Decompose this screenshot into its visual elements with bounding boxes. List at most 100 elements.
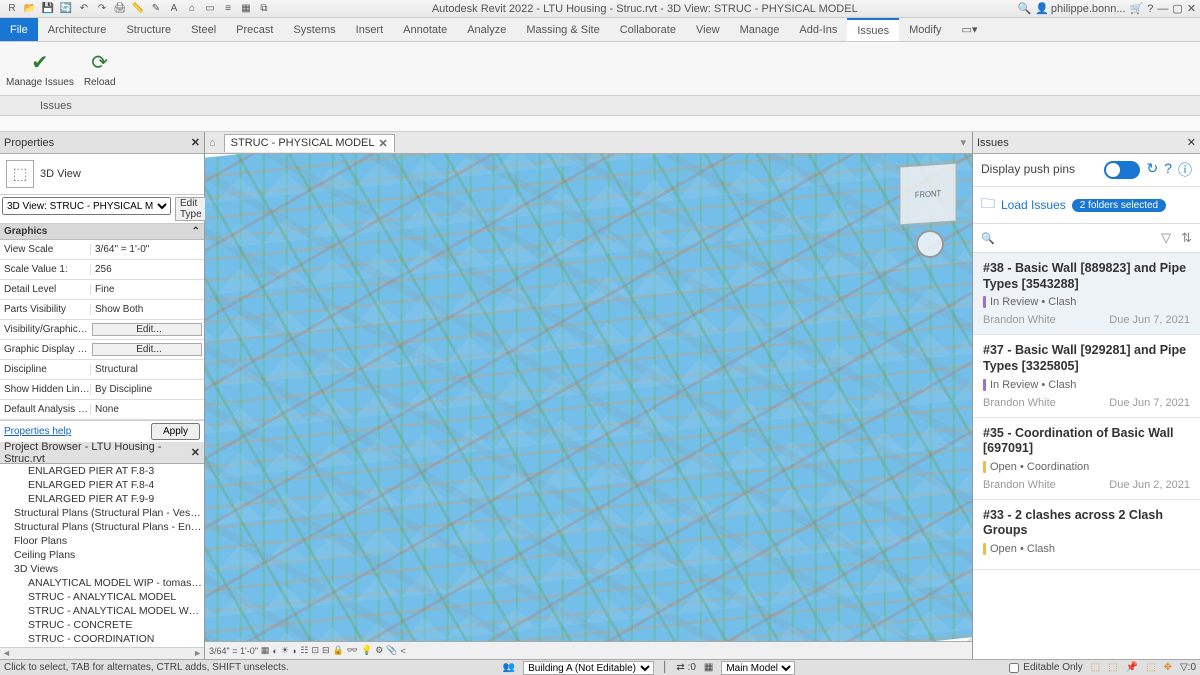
edit-type-button[interactable]: Edit Type — [175, 197, 207, 221]
properties-close-icon[interactable]: ✕ — [191, 136, 200, 149]
tree-item[interactable]: Floor Plans — [0, 534, 204, 548]
qat-sync-icon[interactable]: 🔄 — [58, 2, 74, 16]
tab-file[interactable]: File — [0, 18, 38, 41]
tab-precast[interactable]: Precast — [226, 18, 283, 41]
design-option-selector[interactable]: Main Model — [721, 661, 795, 675]
viewport-3d[interactable]: FRONT — [205, 154, 972, 641]
qat-redo-icon[interactable]: ↷ — [94, 2, 110, 16]
select-underlay-icon[interactable]: ⬚ — [1108, 662, 1117, 673]
qat-undo-icon[interactable]: ↶ — [76, 2, 92, 16]
rendering-icon[interactable]: ☷ — [300, 645, 308, 656]
property-row[interactable]: Detail LevelFine — [0, 280, 204, 300]
view-tab-close-icon[interactable]: ✕ — [379, 137, 388, 150]
qat-open-icon[interactable]: 📂 — [22, 2, 38, 16]
design-options-icon[interactable]: ▦ — [704, 662, 713, 673]
minimize-icon[interactable]: — — [1157, 3, 1168, 15]
project-browser-close-icon[interactable]: ✕ — [191, 446, 200, 459]
view-instance-selector[interactable]: 3D View: STRUC - PHYSICAL M — [2, 197, 171, 215]
tree-item[interactable]: ENLARGED PIER AT F.9-9 — [0, 492, 204, 506]
property-row[interactable]: View Scale3/64" = 1'-0" — [0, 240, 204, 260]
nav-wheel-icon[interactable] — [916, 230, 944, 258]
visual-style-icon[interactable]: ◐ — [272, 646, 277, 656]
view-home-icon[interactable]: ⌂ — [205, 137, 220, 149]
property-value[interactable]: Fine — [90, 284, 204, 295]
tree-item[interactable]: ENLARGED PIER AT F.8-4 — [0, 478, 204, 492]
maximize-icon[interactable]: ▢ — [1172, 2, 1182, 15]
issues-sort-icon[interactable]: ⇅ — [1181, 230, 1192, 246]
pushpins-toggle[interactable] — [1104, 161, 1140, 179]
shadows-icon[interactable]: ◗ — [292, 646, 297, 656]
properties-help-link[interactable]: Properties help — [4, 426, 71, 437]
tab-issues[interactable]: Issues — [847, 18, 899, 41]
property-value[interactable]: 256 — [90, 264, 204, 275]
qat-3d-icon[interactable]: ⌂ — [184, 2, 200, 16]
issue-item[interactable]: #33 - 2 clashes across 2 Clash GroupsOpe… — [973, 500, 1200, 570]
property-row[interactable]: Scale Value 1:256 — [0, 260, 204, 280]
user-account[interactable]: 👤 philippe.bonn... — [1035, 2, 1125, 15]
tree-item[interactable]: Ceiling Plans — [0, 548, 204, 562]
help-icon[interactable]: ? — [1147, 3, 1153, 15]
tree-item[interactable]: ENLARGED PIER AT F.8-3 — [0, 464, 204, 478]
tab-architecture[interactable]: Architecture — [38, 18, 117, 41]
tab-insert[interactable]: Insert — [346, 18, 394, 41]
qat-thin-icon[interactable]: ≡ — [220, 2, 236, 16]
property-value[interactable]: None — [90, 404, 204, 415]
property-value[interactable]: 3/64" = 1'-0" — [90, 244, 204, 255]
crop-view-icon[interactable]: ⊡ — [311, 645, 319, 656]
issues-search-icon[interactable]: 🔍 — [981, 232, 995, 245]
tab-collaborate[interactable]: Collaborate — [610, 18, 686, 41]
workset-icon[interactable]: 👥 — [503, 662, 515, 673]
view-scale-control[interactable]: 3/64" = 1'-0" — [209, 646, 258, 656]
view-tab-active[interactable]: STRUC - PHYSICAL MODEL ✕ — [224, 134, 395, 152]
property-value[interactable]: Structural — [90, 364, 204, 375]
search-icon[interactable]: 🔍 — [1018, 2, 1032, 15]
property-row[interactable]: DisciplineStructural — [0, 360, 204, 380]
tree-item[interactable]: ANALYTICAL MODEL WIP - tomasz.fu — [0, 576, 204, 590]
tree-item[interactable]: STRUC - CONCRETE — [0, 618, 204, 632]
qat-close-hidden-icon[interactable]: ▦ — [238, 2, 254, 16]
tree-item[interactable]: 3D Views — [0, 562, 204, 576]
issues-help-icon[interactable]: ? — [1164, 160, 1172, 180]
tab-addins[interactable]: Add-Ins — [789, 18, 847, 41]
properties-apply-button[interactable]: Apply — [151, 423, 200, 440]
qat-section-icon[interactable]: ▭ — [202, 2, 218, 16]
tab-view[interactable]: View — [686, 18, 730, 41]
qat-dim-icon[interactable]: ✎ — [148, 2, 164, 16]
property-row[interactable]: Show Hidden LinesBy Discipline — [0, 380, 204, 400]
issue-item[interactable]: #38 - Basic Wall [889823] and Pipe Types… — [973, 253, 1200, 335]
select-face-icon[interactable]: ⬚ — [1146, 662, 1155, 673]
editable-only-checkbox[interactable]: Editable Only — [1009, 662, 1082, 673]
property-edit-button[interactable]: Edit... — [92, 343, 202, 356]
temp-hide-icon[interactable]: 👓 — [347, 645, 358, 656]
ribbon-display-toggle[interactable]: ▭▾ — [952, 18, 988, 41]
tab-annotate[interactable]: Annotate — [393, 18, 457, 41]
lock-3d-icon[interactable]: 🔒 — [333, 645, 344, 656]
workset-selector[interactable]: Building A (Not Editable) — [523, 661, 654, 675]
issues-info-icon[interactable]: ⓘ — [1178, 160, 1192, 180]
crop-region-icon[interactable]: ⊟ — [322, 645, 330, 656]
qat-text-icon[interactable]: A — [166, 2, 182, 16]
sun-path-icon[interactable]: ☀ — [281, 645, 289, 656]
tree-item[interactable]: Structural Plans (Structural Plan - Vest… — [0, 506, 204, 520]
reveal-hidden-icon[interactable]: 💡 — [361, 645, 372, 656]
property-row[interactable]: Visibility/Graphics...Edit... — [0, 320, 204, 340]
view-cube[interactable]: FRONT — [899, 163, 956, 226]
tree-item[interactable]: Structural Plans (Structural Plans - Enl… — [0, 520, 204, 534]
properties-group-graphics[interactable]: Graphics⌃ — [0, 224, 204, 240]
browser-scrollbar[interactable]: ◄► — [0, 647, 204, 659]
qat-switch-icon[interactable]: ⧉ — [256, 2, 272, 16]
properties-type-selector[interactable]: ⬚ 3D View — [0, 154, 204, 195]
issue-item[interactable]: #35 - Coordination of Basic Wall [697091… — [973, 418, 1200, 500]
folders-selected-pill[interactable]: 2 folders selected — [1072, 199, 1166, 212]
project-browser-tree[interactable]: ENLARGED PIER AT F.8-3ENLARGED PIER AT F… — [0, 464, 204, 647]
reload-button[interactable]: ⟳ Reload — [84, 50, 116, 88]
issue-item[interactable]: #37 - Basic Wall [929281] and Pipe Types… — [973, 335, 1200, 417]
reveal-constraints-icon[interactable]: 📎 — [386, 645, 397, 656]
tab-systems[interactable]: Systems — [283, 18, 345, 41]
qat-save-icon[interactable]: 💾 — [40, 2, 56, 16]
tree-item[interactable]: STRUC - ANALYTICAL MODEL WITH L — [0, 604, 204, 618]
tab-modify[interactable]: Modify — [899, 18, 951, 41]
property-edit-button[interactable]: Edit... — [92, 323, 202, 336]
sync-status-icon[interactable]: ⇄ :0 — [676, 662, 696, 673]
select-links-icon[interactable]: ⬚ — [1091, 662, 1100, 673]
